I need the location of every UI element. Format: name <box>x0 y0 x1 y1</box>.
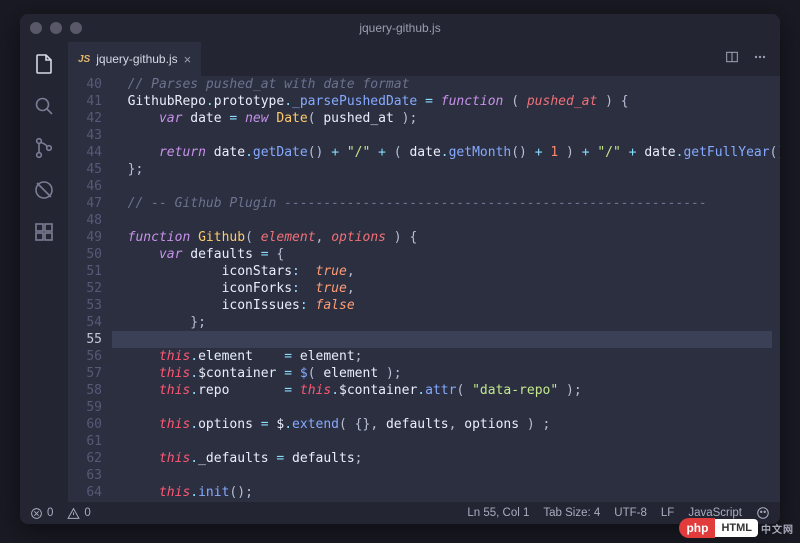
line-number: 51 <box>68 263 102 280</box>
code-line[interactable]: // -- Github Plugin --------------------… <box>112 195 772 212</box>
line-number: 62 <box>68 450 102 467</box>
line-number: 53 <box>68 297 102 314</box>
line-number: 41 <box>68 93 102 110</box>
line-number: 52 <box>68 280 102 297</box>
explorer-icon[interactable] <box>30 50 58 78</box>
code-line[interactable] <box>112 331 772 348</box>
code-line[interactable]: this._defaults = defaults; <box>112 450 772 467</box>
debug-icon[interactable] <box>30 176 58 204</box>
title-bar: jquery-github.js <box>20 14 780 42</box>
line-number: 60 <box>68 416 102 433</box>
code-line[interactable] <box>112 433 772 450</box>
activity-bar <box>20 42 68 502</box>
code-editor[interactable]: 4041424344454647484950515253545556575859… <box>68 76 780 502</box>
code-line[interactable] <box>112 399 772 416</box>
tab-lang-badge: JS <box>78 54 90 65</box>
line-number: 44 <box>68 144 102 161</box>
editor-main: JS jquery-github.js × 404142434445464748… <box>68 42 780 502</box>
watermark-left: php <box>679 518 715 538</box>
line-number: 48 <box>68 212 102 229</box>
line-number: 45 <box>68 161 102 178</box>
line-number: 40 <box>68 76 102 93</box>
source-control-icon[interactable] <box>30 134 58 162</box>
status-bar: 0 0 Ln 55, Col 1 Tab Size: 4 UTF-8 LF Ja… <box>20 502 780 524</box>
code-line[interactable]: this.element = element; <box>112 348 772 365</box>
status-tabsize[interactable]: Tab Size: 4 <box>543 507 600 519</box>
editor-window: jquery-github.js JS jque <box>20 14 780 524</box>
tab-bar: JS jquery-github.js × <box>68 42 780 76</box>
line-number: 58 <box>68 382 102 399</box>
line-number: 50 <box>68 246 102 263</box>
editor-actions <box>712 42 780 76</box>
tab-filename: jquery-github.js <box>96 52 177 66</box>
editor-body: JS jquery-github.js × 404142434445464748… <box>20 42 780 502</box>
code-line[interactable]: this.$container = $( element ); <box>112 365 772 382</box>
status-encoding[interactable]: UTF-8 <box>614 507 647 519</box>
code-line[interactable] <box>112 467 772 484</box>
search-icon[interactable] <box>30 92 58 120</box>
code-line[interactable]: return date.getDate() + "/" + ( date.get… <box>112 144 772 161</box>
status-warnings[interactable]: 0 <box>67 507 90 520</box>
code-line[interactable]: // Parses pushed_at with date format <box>112 76 772 93</box>
status-eol[interactable]: LF <box>661 507 674 519</box>
status-errors[interactable]: 0 <box>30 507 53 520</box>
code-line[interactable]: GithubRepo.prototype._parsePushedDate = … <box>112 93 772 110</box>
watermark-badge: php HTML 中文网 <box>679 518 794 538</box>
code-line[interactable]: this.repo = this.$container.attr( "data-… <box>112 382 772 399</box>
tab-file[interactable]: JS jquery-github.js × <box>68 42 201 76</box>
code-line[interactable]: iconIssues: false <box>112 297 772 314</box>
code-line[interactable]: iconForks: true, <box>112 280 772 297</box>
code-line[interactable]: }; <box>112 161 772 178</box>
line-number: 56 <box>68 348 102 365</box>
code-line[interactable]: iconStars: true, <box>112 263 772 280</box>
line-number: 63 <box>68 467 102 484</box>
line-number: 47 <box>68 195 102 212</box>
code-line[interactable] <box>112 178 772 195</box>
code-line[interactable]: var date = new Date( pushed_at ); <box>112 110 772 127</box>
line-number: 59 <box>68 399 102 416</box>
line-number: 57 <box>68 365 102 382</box>
line-gutter: 4041424344454647484950515253545556575859… <box>68 76 112 502</box>
close-icon[interactable]: × <box>184 52 192 67</box>
more-icon[interactable] <box>752 49 768 69</box>
extensions-icon[interactable] <box>30 218 58 246</box>
line-number: 55 <box>68 331 102 348</box>
code-line[interactable]: this.options = $.extend( {}, defaults, o… <box>112 416 772 433</box>
split-editor-icon[interactable] <box>724 49 740 69</box>
line-number: 54 <box>68 314 102 331</box>
line-number: 49 <box>68 229 102 246</box>
code-line[interactable] <box>112 212 772 229</box>
window-title: jquery-github.js <box>20 21 780 35</box>
code-line[interactable]: function Github( element, options ) { <box>112 229 772 246</box>
line-number: 42 <box>68 110 102 127</box>
code-line[interactable] <box>112 127 772 144</box>
status-cursor[interactable]: Ln 55, Col 1 <box>467 507 529 519</box>
line-number: 61 <box>68 433 102 450</box>
line-number: 43 <box>68 127 102 144</box>
watermark-right: HTML <box>715 519 758 537</box>
line-number: 64 <box>68 484 102 501</box>
watermark-caption: 中文网 <box>761 521 794 536</box>
code-line[interactable]: this.init(); <box>112 484 772 501</box>
code-area[interactable]: // Parses pushed_at with date format Git… <box>112 76 780 502</box>
line-number: 46 <box>68 178 102 195</box>
code-line[interactable]: var defaults = { <box>112 246 772 263</box>
code-line[interactable]: }; <box>112 314 772 331</box>
